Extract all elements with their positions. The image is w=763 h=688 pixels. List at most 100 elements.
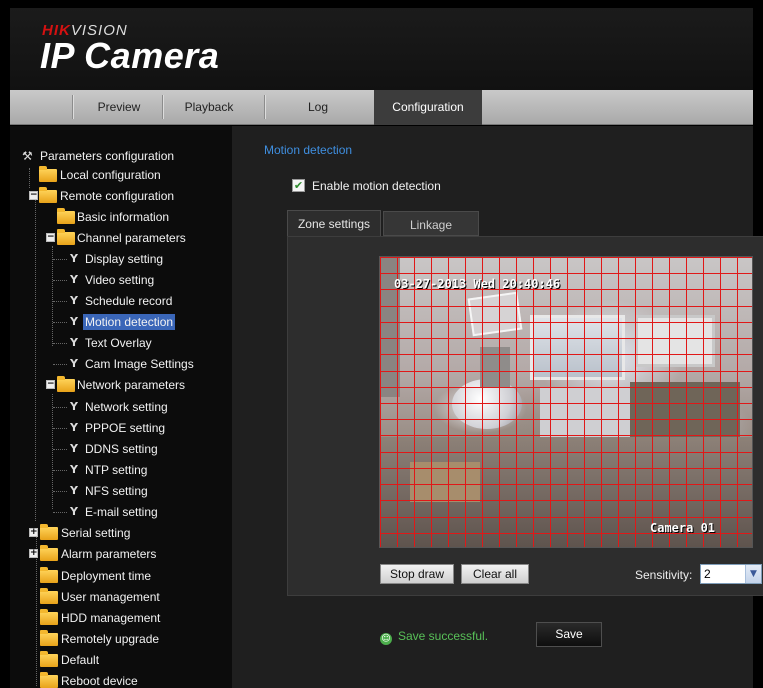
tree-item-channel-parameters[interactable]: − Channel parameters — [10, 228, 230, 248]
tree-item-display-setting[interactable]: Y Display setting — [10, 249, 230, 269]
folder-icon — [39, 187, 57, 203]
nav-divider — [162, 95, 163, 119]
tab-playback[interactable]: Playback — [166, 90, 252, 125]
page-title: Motion detection — [264, 143, 353, 157]
tree-item-label: NFS setting — [85, 484, 148, 498]
tree-item-network-parameters[interactable]: − Network parameters — [10, 375, 230, 395]
tree-item-deployment-time[interactable]: Deployment time — [10, 566, 230, 586]
success-icon: ☺ — [380, 633, 392, 645]
tree-item-ddns-setting[interactable]: Y DDNS setting — [10, 439, 230, 459]
wrench-icon: Y — [70, 315, 78, 328]
tree-item-motion-detection[interactable]: Y Motion detection — [10, 312, 230, 332]
wrench-icon: Y — [70, 273, 78, 286]
tree-guide — [53, 322, 67, 323]
save-status: ☺ Save successful. — [380, 629, 488, 645]
collapse-icon[interactable]: − — [46, 233, 55, 242]
tab-configuration[interactable]: Configuration — [374, 90, 482, 125]
tree-item-label: Network parameters — [77, 378, 186, 392]
tab-preview[interactable]: Preview — [76, 90, 162, 125]
tree-item-label: Remote configuration — [60, 189, 175, 203]
tree-item-default[interactable]: Default — [10, 650, 230, 670]
tree-item-local-configuration[interactable]: Local configuration — [10, 165, 230, 185]
folder-icon — [40, 672, 58, 688]
folder-icon — [57, 229, 75, 245]
tree-item-basic-information[interactable]: Basic information — [10, 207, 230, 227]
tree-item-label: Display setting — [85, 252, 164, 266]
tree-item-ntp-setting[interactable]: Y NTP setting — [10, 460, 230, 480]
tree-item-label: Network setting — [85, 400, 168, 414]
main-nav: Preview Playback Log Configuration — [10, 90, 753, 125]
folder-icon — [40, 609, 58, 625]
tree-root[interactable]: ⚒ Parameters configuration — [20, 146, 230, 166]
wrench-icon: Y — [70, 484, 78, 497]
tree-guide — [53, 449, 67, 450]
save-button[interactable]: Save — [536, 622, 602, 647]
wrench-icon: Y — [70, 463, 78, 476]
tree-guide — [53, 259, 67, 260]
sensitivity-select[interactable]: 2 ▼ — [700, 564, 762, 584]
tree-item-remote-configuration[interactable]: − Remote configuration — [10, 186, 230, 206]
wrench-icon: Y — [70, 336, 78, 349]
enable-motion-label: Enable motion detection — [312, 179, 441, 193]
stop-draw-button[interactable]: Stop draw — [380, 564, 454, 584]
tree-item-label: Schedule record — [85, 294, 173, 308]
tree-item-video-setting[interactable]: Y Video setting — [10, 270, 230, 290]
config-tree: ⚒ Parameters configuration Local configu… — [10, 126, 232, 688]
folder-icon — [57, 376, 75, 392]
tree-guide — [53, 491, 67, 492]
collapse-icon[interactable]: − — [46, 380, 55, 389]
tree-item-cam-image-settings[interactable]: Y Cam Image Settings — [10, 354, 232, 374]
tree-item-label: User management — [61, 590, 160, 604]
tree-item-label: Deployment time — [61, 569, 152, 583]
tree-item-alarm-parameters[interactable]: + Alarm parameters — [10, 544, 230, 564]
wrench-icon: Y — [70, 400, 78, 413]
folder-icon — [40, 545, 58, 561]
tree-item-remotely-upgrade[interactable]: Remotely upgrade — [10, 629, 230, 649]
content-area: ⚒ Parameters configuration Local configu… — [10, 126, 763, 688]
tree-item-label: Text Overlay — [85, 336, 152, 350]
tree-item-nfs-setting[interactable]: Y NFS setting — [10, 481, 230, 501]
folder-icon — [40, 567, 58, 583]
tree-item-hdd-management[interactable]: HDD management — [10, 608, 230, 628]
tree-item-reboot-device[interactable]: Reboot device — [10, 671, 230, 688]
tree-item-email-setting[interactable]: Y E-mail setting — [10, 502, 230, 522]
tree-item-user-management[interactable]: User management — [10, 587, 230, 607]
wrench-icon: Y — [70, 421, 78, 434]
tree-item-schedule-record[interactable]: Y Schedule record — [10, 291, 230, 311]
tree-item-serial-setting[interactable]: + Serial setting — [10, 523, 230, 543]
tree-item-pppoe-setting[interactable]: Y PPPOE setting — [10, 418, 230, 438]
folder-icon — [40, 524, 58, 540]
tree-item-label: Remotely upgrade — [61, 632, 160, 646]
tab-log[interactable]: Log — [268, 90, 368, 125]
tree-item-label: E-mail setting — [85, 505, 158, 519]
collapse-icon[interactable]: − — [29, 191, 38, 200]
tree-item-label: Video setting — [85, 273, 155, 287]
expand-icon[interactable]: + — [29, 549, 38, 558]
folder-icon — [57, 208, 75, 224]
tab-zone-settings[interactable]: Zone settings — [287, 210, 381, 236]
tree-item-label: NTP setting — [85, 463, 148, 477]
motion-detection-grid[interactable] — [380, 257, 753, 548]
tree-item-label: Default — [61, 653, 100, 667]
tree-guide — [53, 428, 67, 429]
tab-linkage[interactable]: Linkage — [383, 211, 479, 236]
tree-guide — [53, 301, 67, 302]
wrench-icon: Y — [70, 357, 78, 370]
tree-item-text-overlay[interactable]: Y Text Overlay — [10, 333, 230, 353]
expand-icon[interactable]: + — [29, 528, 38, 537]
clear-all-button[interactable]: Clear all — [461, 564, 529, 584]
tree-item-label: HDD management — [61, 611, 161, 625]
tree-item-network-setting[interactable]: Y Network setting — [10, 397, 230, 417]
tree-item-label: Cam Image Settings — [85, 357, 194, 371]
wrench-icon: Y — [70, 294, 78, 307]
folder-icon — [40, 588, 58, 604]
chevron-down-icon[interactable]: ▼ — [745, 565, 761, 583]
osd-timestamp: 03-27-2013 Wed 20:40:46 — [394, 277, 561, 291]
tree-item-label: Serial setting — [61, 526, 131, 540]
wrench-icon: Y — [70, 442, 78, 455]
tree-item-label: Basic information — [77, 210, 170, 224]
tree-guide — [53, 364, 67, 365]
tree-item-label: DDNS setting — [85, 442, 158, 456]
video-preview[interactable]: 03-27-2013 Wed 20:40:46 Camera 01 — [379, 256, 753, 548]
enable-motion-checkbox[interactable]: ✔ — [292, 179, 305, 192]
